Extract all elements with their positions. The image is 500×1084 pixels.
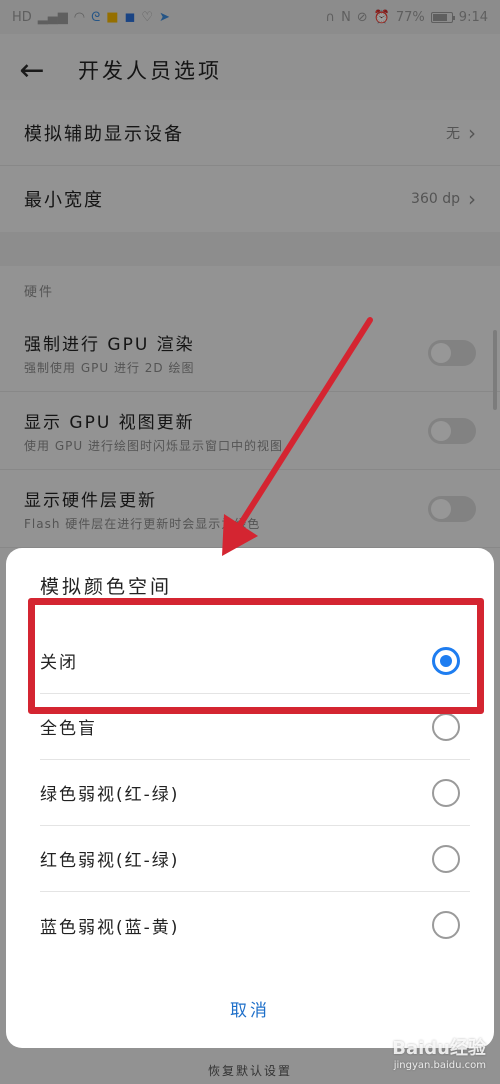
arrow-shaft — [235, 317, 373, 531]
annotation-arrow-icon — [222, 317, 373, 556]
